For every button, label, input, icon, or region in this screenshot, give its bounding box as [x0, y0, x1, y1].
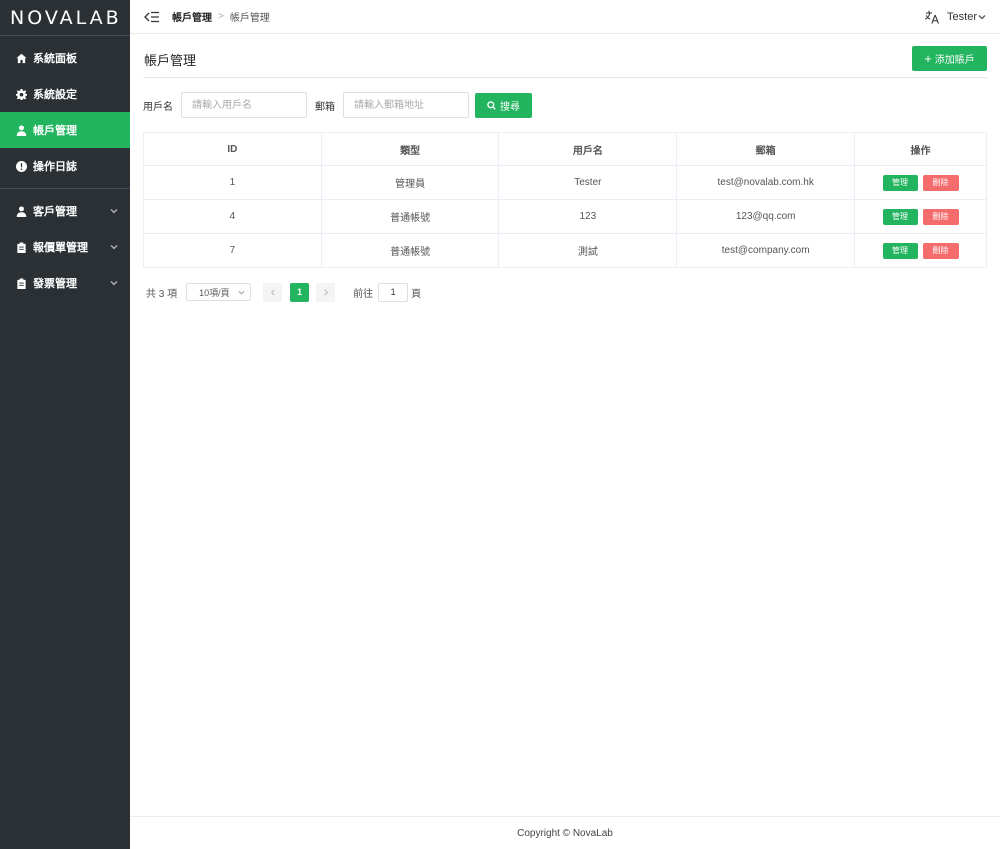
delete-button[interactable]: 刪除	[922, 174, 959, 191]
column-header-actions: 操作	[854, 132, 987, 166]
total-count: 共 3 項	[146, 288, 178, 300]
sidebar-item-label: 發票管理	[33, 278, 77, 290]
add-account-button[interactable]: + 添加賬戶	[912, 46, 987, 71]
breadcrumb-item-current: 帳戶管理	[229, 13, 270, 24]
chevron-down-icon	[238, 290, 245, 295]
column-header-type: 類型	[320, 132, 500, 166]
cell-type: 管理員	[320, 165, 500, 200]
cell-id: 7	[143, 233, 322, 268]
add-account-label: 添加賬戶	[934, 55, 975, 66]
gear-icon	[16, 88, 27, 100]
breadcrumb-separator: >	[218, 11, 224, 22]
cell-username: 測試	[498, 233, 678, 268]
sidebar-item-logs[interactable]: 操作日誌	[0, 148, 130, 184]
cell-actions: 管理 刪除	[854, 233, 987, 268]
goto-suffix: 頁	[411, 288, 422, 300]
page-size-select[interactable]: 10項/頁	[186, 283, 252, 301]
alert-icon	[16, 160, 27, 172]
sidebar-item-label: 帳戶管理	[33, 125, 77, 137]
chevron-down-icon	[978, 15, 986, 20]
username-input[interactable]	[181, 92, 307, 118]
clipboard-icon	[16, 277, 27, 289]
breadcrumb: 帳戶管理 > 帳戶管理	[172, 9, 270, 24]
page-header: 帳戶管理 + 添加賬戶	[143, 34, 987, 78]
search-form: 用戶名 郵箱 搜尋	[143, 92, 532, 118]
user-menu[interactable]: Tester	[947, 11, 986, 23]
cell-username: Tester	[498, 165, 678, 200]
pagination: 共 3 項 10項/頁 1 前往 頁	[146, 282, 421, 302]
chevron-left-icon	[270, 288, 275, 296]
email-label: 郵箱	[315, 101, 335, 113]
chevron-right-icon	[323, 288, 328, 296]
delete-button[interactable]: 刪除	[922, 208, 959, 225]
cell-type: 普通帳號	[320, 199, 500, 234]
cell-id: 4	[143, 199, 322, 234]
chevron-down-icon	[110, 242, 118, 250]
cell-username: 123	[498, 199, 678, 234]
sidebar-item-invoices[interactable]: 發票管理	[0, 265, 130, 301]
next-page-button[interactable]	[316, 282, 336, 302]
plus-icon: +	[924, 51, 932, 66]
sidebar-item-label: 系統面板	[33, 53, 77, 65]
manage-button[interactable]: 管理	[882, 208, 918, 225]
sidebar-item-label: 操作日誌	[33, 161, 77, 173]
chevron-down-icon	[110, 278, 118, 286]
column-header-id: ID	[143, 132, 322, 166]
page-title: 帳戶管理	[144, 53, 197, 68]
cell-email: test@novalab.com.hk	[676, 165, 856, 200]
translate-icon[interactable]	[925, 10, 940, 24]
page-number-current[interactable]: 1	[290, 282, 310, 302]
user-icon	[16, 124, 27, 136]
sidebar-item-label: 系統設定	[33, 89, 77, 101]
user-icon	[16, 205, 27, 217]
search-button[interactable]: 搜尋	[475, 92, 532, 118]
sidebar-item-label: 報價單管理	[33, 242, 88, 254]
user-name: Tester	[947, 11, 977, 23]
logo: NOVALAB	[0, 0, 130, 36]
footer: Copyright © NovaLab	[130, 816, 1000, 849]
search-icon	[487, 100, 496, 110]
cell-id: 1	[143, 165, 322, 200]
copyright-text: Copyright © NovaLab	[517, 827, 613, 839]
cell-actions: 管理 刪除	[854, 199, 987, 234]
cell-actions: 管理 刪除	[854, 165, 987, 200]
top-header: 帳戶管理 > 帳戶管理 Tester	[130, 0, 1000, 34]
cell-email: test@company.com	[676, 233, 856, 268]
sidebar-item-accounts[interactable]: 帳戶管理	[0, 112, 130, 148]
username-label: 用戶名	[143, 101, 173, 113]
table-header-row: ID 類型 用戶名 郵箱 操作	[143, 132, 987, 166]
sidebar: NOVALAB 系統面板 系統設定 帳戶管理 操作日誌 客戶管理 報價單管理 發…	[0, 0, 130, 849]
table-row: 7 普通帳號 測試 test@company.com 管理 刪除	[143, 233, 987, 268]
page-size-value: 10項/頁	[199, 287, 230, 298]
chevron-down-icon	[110, 206, 118, 214]
sidebar-item-quotations[interactable]: 報價單管理	[0, 229, 130, 265]
goto-label: 前往	[353, 288, 374, 300]
accounts-table: ID 類型 用戶名 郵箱 操作 1 管理員 Tester test@novala…	[143, 132, 987, 268]
cell-type: 普通帳號	[320, 233, 500, 268]
manage-button[interactable]: 管理	[882, 174, 918, 191]
header-right: Tester	[925, 0, 986, 34]
table-row: 4 普通帳號 123 123@qq.com 管理 刪除	[143, 199, 987, 234]
breadcrumb-item[interactable]: 帳戶管理	[172, 9, 212, 24]
home-icon	[16, 53, 27, 64]
clipboard-icon	[16, 241, 27, 253]
menu-group-system: 系統面板 系統設定 帳戶管理 操作日誌	[0, 36, 130, 189]
menu-group-business: 客戶管理 報價單管理 發票管理	[0, 189, 130, 305]
goto-page-input[interactable]	[378, 282, 409, 302]
sidebar-item-customers[interactable]: 客戶管理	[0, 193, 130, 229]
sidebar-item-label: 客戶管理	[33, 206, 77, 218]
table-row: 1 管理員 Tester test@novalab.com.hk 管理 刪除	[143, 165, 987, 200]
search-button-label: 搜尋	[500, 101, 520, 113]
email-input[interactable]	[343, 92, 469, 118]
column-header-username: 用戶名	[498, 132, 678, 166]
prev-page-button[interactable]	[263, 282, 283, 302]
sidebar-item-dashboard[interactable]: 系統面板	[0, 40, 130, 76]
sidebar-item-settings[interactable]: 系統設定	[0, 76, 130, 112]
column-header-email: 郵箱	[676, 132, 856, 166]
manage-button[interactable]: 管理	[882, 242, 918, 259]
cell-email: 123@qq.com	[676, 199, 856, 234]
collapse-menu-icon[interactable]	[144, 11, 160, 23]
delete-button[interactable]: 刪除	[922, 242, 959, 259]
